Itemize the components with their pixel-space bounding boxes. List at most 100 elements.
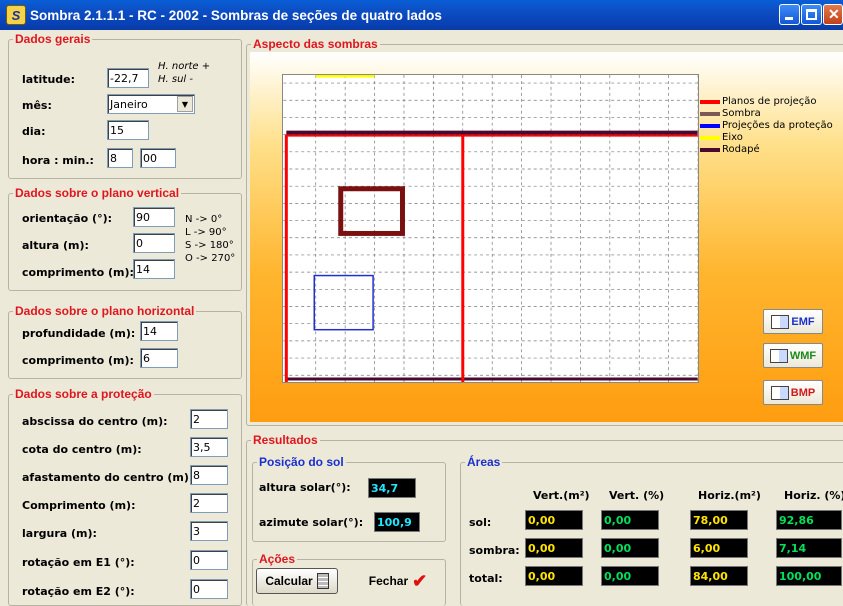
legend-swatch [700,148,720,152]
maximize-icon [806,9,817,20]
hora-label: hora : min.: [22,154,94,167]
areas-value: 0,00 [601,538,659,558]
calcular-button[interactable]: Calcular [256,568,338,594]
areas-header: Vert.(m²) [533,489,590,502]
legend-label: Rodapé [722,144,760,155]
maximize-button[interactable] [801,4,822,25]
latitude-input[interactable]: -22,7 [107,68,149,88]
min-input[interactable]: 00 [140,148,176,168]
legend-label: Planos de projeção [722,96,817,107]
hora-input[interactable]: 8 [107,148,133,168]
azimute-solar-label: azimute solar(°): [259,516,364,529]
minimize-button[interactable] [779,4,800,25]
latitude-label: latitude: [22,73,76,86]
legend-item: Eixo [700,132,833,144]
dia-input[interactable]: 15 [107,120,149,140]
largura-input[interactable]: 3 [190,521,228,541]
legend-item: Sombra [700,108,833,120]
close-icon: ✕ [828,6,840,22]
afastamento-label: afastamento do centro (m): [22,471,194,484]
cota-label: cota do centro (m): [22,443,142,456]
checkmark-icon: ✔ [412,570,428,591]
areas-value: 92,86 [776,510,842,530]
shadow-plot: 3210 12345678910111213 01234567891011121… [282,74,699,383]
hemisphere-north-label: H. norte + [158,61,211,72]
comprimento-horizontal-input[interactable]: 6 [140,348,178,368]
calculator-icon [316,573,329,589]
plano-horizontal-group: Dados sobre o plano horizontal [8,304,242,379]
comprimento-vertical-label: comprimento (m): [22,266,134,279]
rotacao-e2-label: rotação em E2 (°): [22,585,135,598]
plot-legend: Planos de projeção Sombra Projeções da pro… [700,96,833,156]
azimute-solar-value: 100,9 [374,512,420,532]
altura-input[interactable]: 0 [133,233,175,253]
bmp-label: BMP [790,386,816,399]
legend-swatch [700,100,720,104]
legend-item: Rodapé [700,144,833,156]
close-button[interactable]: ✕ [823,4,843,25]
resultados-title: Resultados [251,433,320,447]
areas-value: 0,00 [525,538,583,558]
areas-value: 0,00 [601,566,659,586]
orientacao-input[interactable]: 90 [133,207,175,227]
dia-label: dia: [22,125,46,138]
dir-l-label: L -> 90° [185,227,227,238]
wmf-label: WMF [789,349,817,362]
altura-solar-value: 34,7 [368,478,416,498]
app-icon: S [6,5,26,25]
areas-value: 78,00 [690,510,748,530]
abscissa-label: abscissa do centro (m): [22,415,168,428]
rotacao-e1-label: rotação em E1 (°): [22,556,135,569]
rotacao-e1-input[interactable]: 0 [190,550,228,570]
areas-value: 0,00 [525,566,583,586]
areas-header: Horiz. (%) [784,489,843,502]
title-bar: S Sombra 2.1.1.1 - RC - 2002 - Sombras d… [0,0,843,30]
shadow-shape [338,186,405,236]
chevron-down-icon[interactable]: ▼ [177,96,193,112]
legend-swatch [700,124,720,128]
profundidade-label: profundidade (m): [22,327,136,340]
plot-grid [283,75,698,382]
plano-vertical-title: Dados sobre o plano vertical [13,186,182,200]
profundidade-input[interactable]: 14 [140,321,178,341]
bmp-button[interactable]: BMP [763,380,823,405]
wmf-button[interactable]: WMF [763,343,823,368]
mes-label: mês: [22,99,52,112]
plot-shapes [284,75,698,382]
mes-select[interactable]: Janeiro ▼ [107,94,195,114]
comprimento-horizontal-label: comprimento (m): [22,354,134,367]
fechar-button[interactable]: Fechar ✔ [357,568,439,594]
areas-value: 0,00 [525,510,583,530]
afastamento-input[interactable]: 8 [190,465,228,485]
areas-row-label: total: [469,572,503,585]
emf-button[interactable]: EMF [763,309,823,334]
legend-swatch [700,112,720,116]
legend-item: Planos de projeção [700,96,833,108]
legend-label: Projeções da proteção [722,120,833,131]
legend-label: Eixo [722,132,743,143]
aspecto-title: Aspecto das sombras [251,37,380,51]
export-icon [771,314,790,329]
acoes-title: Ações [257,552,298,566]
abscissa-input[interactable]: 2 [190,409,228,429]
rotacao-e2-input[interactable]: 0 [190,579,228,599]
areas-value: 7,14 [776,538,842,558]
plano-horizontal-title: Dados sobre o plano horizontal [13,304,197,318]
areas-title: Áreas [465,455,503,469]
cota-input[interactable]: 3,5 [190,437,228,457]
export-icon [770,385,789,400]
hemisphere-south-label: H. sul - [158,74,193,85]
altura-label: altura (m): [22,239,89,252]
fechar-label: Fechar [368,574,409,588]
emf-label: EMF [791,315,815,328]
comprimento-protecao-input[interactable]: 2 [190,493,228,513]
areas-value: 100,00 [776,566,842,586]
comprimento-vertical-input[interactable]: 14 [133,259,175,279]
areas-row-label: sol: [469,516,492,529]
legend-item: Projeções da proteção [700,120,833,132]
window-title: Sombra 2.1.1.1 - RC - 2002 - Sombras de … [30,7,442,23]
legend-label: Sombra [722,108,761,119]
dir-n-label: N -> 0° [185,214,223,225]
dir-o-label: O -> 270° [185,253,236,264]
comprimento-protecao-label: Comprimento (m): [22,499,136,512]
